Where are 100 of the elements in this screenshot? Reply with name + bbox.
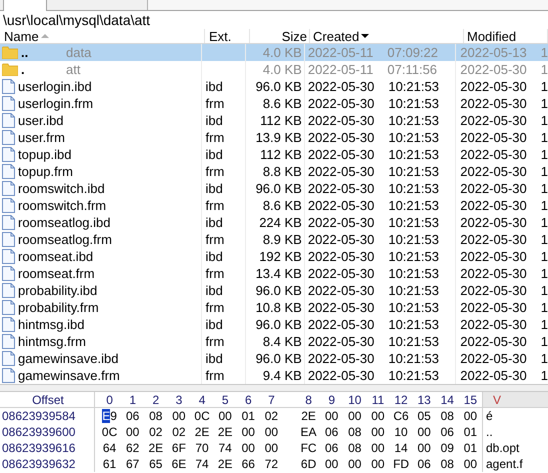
file-size: 96.0 KB	[256, 350, 302, 367]
modified-date: 2022-05-30	[460, 265, 527, 282]
file-row[interactable]: hintmsg.frm frm 8.4 KB 2022-05-30 10:21:53 2022-05-30 1	[0, 333, 548, 350]
file-name: hintmsg.frm	[18, 333, 86, 350]
hex-byte: 00	[348, 457, 362, 471]
file-row[interactable]: userlogin.frm frm 8.6 KB 2022-05-30 10:21:53 2022-05-30 1	[0, 95, 548, 112]
text-column-header: V	[493, 393, 502, 407]
column-number: 4	[198, 393, 206, 407]
modified-time: 1	[540, 231, 548, 248]
created-time: 10:21:53	[388, 265, 439, 282]
file-extension: frm	[206, 164, 224, 179]
hex-byte: 00	[371, 457, 385, 471]
modified-time: 1	[540, 163, 548, 180]
column-number: 14	[440, 393, 454, 407]
file-row[interactable]: roomseat.ibd ibd 192 KB 2022-05-30 10:21:53 2022-05-30 1	[0, 248, 548, 265]
file-row[interactable]: topup.frm frm 8.8 KB 2022-05-30 10:21:53 2022-05-30 1	[0, 163, 548, 180]
file-icon	[2, 334, 15, 349]
horizontal-scrollbar[interactable]	[0, 384, 548, 392]
file-icon	[2, 266, 15, 281]
column-number: 2	[152, 393, 160, 407]
column-number: 6	[244, 393, 252, 407]
file-name: userlogin.frm	[18, 95, 94, 112]
created-time: 10:21:53	[388, 180, 439, 197]
sort-up-icon	[40, 33, 49, 39]
column-header[interactable]: Size	[250, 29, 310, 43]
modified-time: 1	[540, 129, 548, 146]
hex-byte: 00	[126, 425, 140, 439]
hex-byte: 66	[242, 457, 255, 471]
created-time: 10:21:53	[388, 350, 439, 367]
file-row[interactable]: user.frm frm 13.9 KB 2022-05-30 10:21:53 2022-05-30 1	[0, 129, 548, 146]
file-name: gamewinsave.frm	[18, 367, 120, 384]
hex-byte: 00	[348, 409, 362, 423]
hex-byte: 08	[440, 409, 454, 423]
offset-header: Offset	[32, 393, 64, 407]
column-header[interactable]: Modified	[464, 29, 548, 43]
hex-byte: 0C	[102, 425, 118, 439]
file-extension: ibd	[206, 181, 223, 196]
file-row[interactable]: gamewinsave.ibd ibd 96.0 KB 2022-05-30 10:21:53 2022-05-30 1	[0, 350, 548, 367]
file-size: 96.0 KB	[256, 180, 302, 197]
hex-byte: 00	[264, 441, 278, 455]
file-size: 8.6 KB	[262, 197, 302, 214]
created-date: 2022-05-30	[308, 316, 374, 333]
file-row[interactable]: hintmsg.ibd ibd 96.0 KB 2022-05-30 10:21:53 2022-05-30 1	[0, 316, 548, 333]
hex-byte: FD	[393, 457, 410, 471]
hex-byte: 61	[102, 457, 116, 471]
file-extension: ibd	[206, 317, 223, 332]
file-extension: frm	[206, 198, 224, 213]
hex-byte: 6E	[172, 457, 186, 471]
file-extension: frm	[206, 368, 224, 383]
modified-date: 2022-05-30	[460, 197, 527, 214]
modified-time: 1	[540, 44, 548, 61]
column-header[interactable]: Ext.	[205, 29, 250, 43]
hex-byte: 74	[195, 457, 209, 471]
file-name: roomswitch.frm	[18, 197, 106, 214]
created-date: 2022-05-30	[308, 214, 374, 231]
file-row[interactable]: roomseat.frm frm 13.4 KB 2022-05-30 10:21:53 2022-05-30 1	[0, 265, 548, 282]
file-row[interactable]: gamewinsave.frm frm 9.4 KB 2022-05-30 10:21:53 2022-05-30 1	[0, 367, 548, 384]
created-time: 10:21:53	[388, 146, 439, 163]
file-name: roomseat.frm	[18, 265, 95, 282]
text-cell: agent.f	[486, 457, 523, 471]
folder-alias: data	[66, 44, 92, 61]
hex-byte: 14	[394, 441, 408, 455]
created-time: 10:21:53	[388, 129, 439, 146]
created-date: 2022-05-30	[308, 231, 374, 248]
column-number: 11	[372, 393, 384, 407]
modified-time: 1	[540, 112, 548, 129]
column-header[interactable]: Created	[310, 29, 464, 43]
file-row[interactable]: roomswitch.ibd ibd 96.0 KB 2022-05-30 10:21:53 2022-05-30 1	[0, 180, 548, 197]
file-row[interactable]: roomseatlog.ibd ibd 224 KB 2022-05-30 10:21:53 2022-05-30 1	[0, 214, 548, 231]
created-time: 07:11:56	[387, 61, 438, 78]
file-row[interactable]: topup.ibd ibd 112 KB 2022-05-30 10:21:53 2022-05-30 1	[0, 146, 548, 163]
file-row[interactable]: roomseatlog.frm frm 8.9 KB 2022-05-30 10:21:53 2022-05-30 1	[0, 231, 548, 248]
tab[interactable]	[3, 0, 47, 11]
created-time: 10:21:53	[388, 197, 439, 214]
file-row[interactable]: probability.ibd ibd 96.0 KB 2022-05-30 10:21:53 2022-05-30 1	[0, 282, 548, 299]
hex-byte: 06	[325, 425, 338, 439]
file-row[interactable]: probability.frm frm 10.8 KB 2022-05-30 10:21:53 2022-05-30 1	[0, 299, 548, 316]
hex-byte: 64	[102, 441, 116, 455]
column-number: 0	[106, 393, 113, 407]
hex-byte: 6F	[172, 441, 186, 455]
file-row[interactable]: userlogin.ibd ibd 96.0 KB 2022-05-30 10:21:53 2022-05-30 1	[0, 78, 548, 95]
modified-date: 2022-05-30	[460, 180, 527, 197]
file-row[interactable]: roomswitch.frm frm 8.6 KB 2022-05-30 10:21:53 2022-05-30 1	[0, 197, 548, 214]
file-row[interactable]: user.ibd ibd 112 KB 2022-05-30 10:21:53 2022-05-30 1	[0, 112, 548, 129]
modified-date: 2022-05-30	[460, 146, 527, 163]
modified-date: 2022-05-30	[460, 61, 527, 78]
modified-date: 2022-05-30	[460, 214, 527, 231]
column-header[interactable]: Name	[0, 29, 205, 43]
modified-time: 1	[540, 61, 548, 78]
file-name: ..	[21, 44, 30, 61]
modified-date: 2022-05-30	[460, 95, 527, 112]
file-name: roomseat.ibd	[18, 248, 94, 265]
hex-byte: 08	[348, 425, 362, 439]
file-row[interactable]: . att 4.0 KB 2022-05-11 07:11:56 2022-05-30 1	[0, 61, 548, 78]
hex-byte: 00	[325, 409, 338, 423]
modified-date: 2022-05-30	[460, 333, 527, 350]
file-row[interactable]: .. data 4.0 KB 2022-05-11 07:09:22 2022-05-13 1	[0, 44, 548, 61]
file-icon	[2, 300, 15, 315]
file-extension: ibd	[206, 79, 223, 94]
file-extension: frm	[206, 334, 224, 349]
